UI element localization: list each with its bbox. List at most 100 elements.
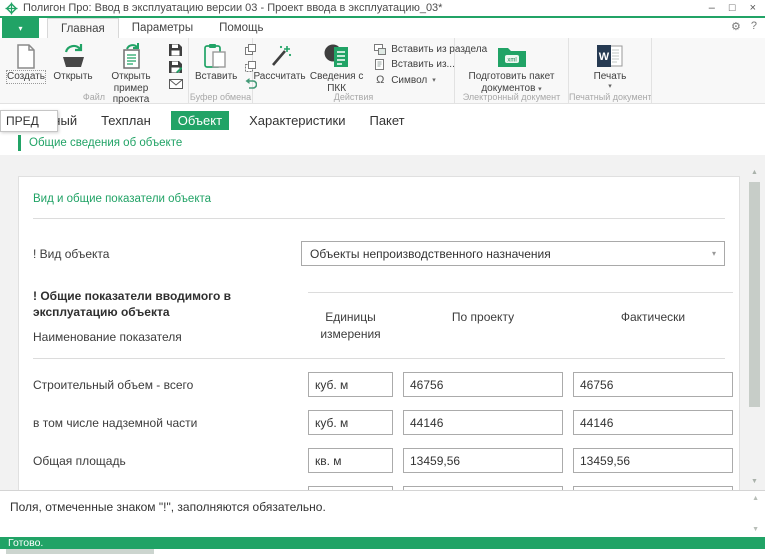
gear-icon[interactable]: ⚙ xyxy=(731,20,741,33)
tab-label: Помощь xyxy=(219,22,263,34)
word-document-icon: W xyxy=(597,42,623,70)
project-value-input[interactable] xyxy=(403,410,563,435)
app-icon xyxy=(5,2,18,15)
help-icon[interactable]: ? xyxy=(751,20,757,33)
omega-icon: Ω xyxy=(374,74,386,86)
group-label-clipboard: Буфер обмена xyxy=(189,92,252,102)
tab-techplan[interactable]: Техплан xyxy=(97,111,155,130)
row-label: в том числе надземной части xyxy=(33,416,298,430)
ribbon-tab-row: ▾ Главная Параметры Помощь ⚙ ? xyxy=(0,18,765,38)
actual-value-input[interactable] xyxy=(573,448,733,473)
section-nav: Общие сведения об объекте xyxy=(0,130,765,155)
column-header-project: По проекту xyxy=(403,309,563,344)
ribbon-group-edoc: xml Подготовить пакет документов ▾ Элект… xyxy=(455,38,569,103)
vertical-scrollbar[interactable]: ▲ ▼ xyxy=(747,167,762,488)
actual-value-input[interactable] xyxy=(573,410,733,435)
actual-value-input[interactable] xyxy=(573,372,733,397)
ribbon-group-clipboard: Вставить Буфер обмена xyxy=(189,38,253,103)
column-header-unit: Единицы измерения xyxy=(308,309,393,344)
hint-bar: Поля, отмеченные знаком "!", заполняются… xyxy=(0,490,765,537)
scroll-up-icon[interactable]: ▲ xyxy=(751,167,758,179)
ribbon-group-print: W Печать ▾ Печатный документ xyxy=(569,38,652,103)
tab-kharakteristiki[interactable]: Характеристики xyxy=(245,111,349,130)
green-folder-icon: xml xyxy=(497,42,527,70)
symbol-label: Символ xyxy=(391,75,427,86)
new-project-button[interactable]: Создать xyxy=(3,40,49,83)
send-envelope-icon[interactable] xyxy=(168,77,183,90)
group-label-edoc: Электронный документ xyxy=(455,92,568,102)
panel-header: Вид и общие показатели объекта xyxy=(33,193,725,205)
tab-obyekt[interactable]: Объект xyxy=(171,111,229,130)
print-button[interactable]: W Печать ▾ xyxy=(587,40,633,91)
ribbon-group-file: Создать Открыть xyxy=(0,38,189,103)
object-kind-label: ! Вид объекта xyxy=(33,247,301,261)
tab-pomosch[interactable]: Помощь xyxy=(206,18,276,38)
table-row: Строительный объем - всего xyxy=(33,372,725,397)
hint-text: Поля, отмеченные знаком "!", заполняются… xyxy=(10,500,326,514)
main-content: Вид и общие показатели объекта ! Вид объ… xyxy=(0,155,765,490)
project-value-input[interactable] xyxy=(403,448,563,473)
group-label-actions: Действия xyxy=(253,92,454,102)
pkk-globe-doc-icon xyxy=(324,42,349,70)
open-icon xyxy=(61,42,86,70)
tooltip: ПРЕД xyxy=(0,110,58,132)
close-icon[interactable]: × xyxy=(750,3,756,14)
maximize-icon[interactable]: □ xyxy=(729,3,736,14)
project-value-input[interactable] xyxy=(403,372,563,397)
calculate-label: Рассчитать xyxy=(253,71,305,83)
scrollbar-track[interactable] xyxy=(749,179,760,476)
name-column-label: Наименование показателя xyxy=(33,330,298,344)
tab-paket[interactable]: Пакет xyxy=(365,111,408,130)
minimize-icon[interactable]: – xyxy=(709,3,715,14)
open-project-button[interactable]: Открыть xyxy=(50,40,96,83)
chevron-down-icon: ▾ xyxy=(18,24,22,33)
status-bar: Готово. xyxy=(0,537,765,554)
chevron-down-icon: ▾ xyxy=(432,76,436,84)
table-row: Общая площадь xyxy=(33,448,725,473)
file-menu-button[interactable]: ▾ xyxy=(2,18,39,38)
print-label: Печать xyxy=(594,71,627,83)
scrollbar-thumb[interactable] xyxy=(749,182,760,407)
unit-input[interactable] xyxy=(308,410,393,435)
paste-button[interactable]: Вставить xyxy=(192,40,240,83)
object-kind-select[interactable]: Объекты непроизводственного назначения ▾ xyxy=(301,241,725,266)
save-icon[interactable] xyxy=(168,43,183,56)
chevron-down-icon: ▾ xyxy=(712,249,716,258)
open-sample-icon xyxy=(119,42,143,70)
ribbon-group-actions: Рассчитать Сведения с ПКК Встав xyxy=(253,38,455,103)
group-label-file: Файл xyxy=(0,92,188,102)
pkk-info-label: Сведения с ПКК xyxy=(307,71,366,94)
tab-parametry[interactable]: Параметры xyxy=(119,18,206,38)
unit-input[interactable] xyxy=(308,372,393,397)
magic-wand-icon xyxy=(268,42,292,70)
calculate-button[interactable]: Рассчитать xyxy=(256,40,303,83)
table-row: в том числе надземной части xyxy=(33,410,725,435)
scroll-down-icon[interactable]: ▼ xyxy=(751,476,758,488)
svg-text:xml: xml xyxy=(507,57,516,63)
section-nav-item[interactable]: Общие сведения об объекте xyxy=(18,135,182,151)
status-text: Готово. xyxy=(8,537,43,549)
save-as-icon[interactable] xyxy=(168,60,183,73)
tab-glavnaya[interactable]: Главная xyxy=(47,18,119,38)
scroll-down-icon[interactable]: ▼ xyxy=(752,526,759,533)
pkk-info-button[interactable]: Сведения с ПКК xyxy=(304,40,369,94)
row-label: Строительный объем - всего xyxy=(33,378,298,392)
paste-label: Вставить xyxy=(195,71,237,83)
indicators-header: ! Общие показатели вводимого в эксплуата… xyxy=(33,288,283,320)
new-project-label: Создать xyxy=(7,71,45,83)
new-document-icon xyxy=(16,42,36,70)
status-progress-tab xyxy=(6,549,154,554)
insert-from-section-icon xyxy=(374,44,386,55)
unit-input[interactable] xyxy=(308,448,393,473)
indicators-table-head: ! Общие показатели вводимого в эксплуата… xyxy=(33,288,725,359)
prepare-package-button[interactable]: xml Подготовить пакет документов ▾ xyxy=(460,40,564,94)
scroll-up-icon[interactable]: ▲ xyxy=(752,495,759,502)
insert-from-icon xyxy=(374,59,386,70)
row-label: Общая площадь xyxy=(33,454,298,468)
insert-from-label: Вставить из... xyxy=(391,59,455,70)
chevron-down-icon: ▾ xyxy=(608,83,612,91)
tab-label: Главная xyxy=(61,23,105,35)
object-panel: Вид и общие показатели объекта ! Вид объ… xyxy=(18,176,740,490)
tab-label: Параметры xyxy=(132,22,193,34)
group-label-print: Печатный документ xyxy=(569,92,651,102)
